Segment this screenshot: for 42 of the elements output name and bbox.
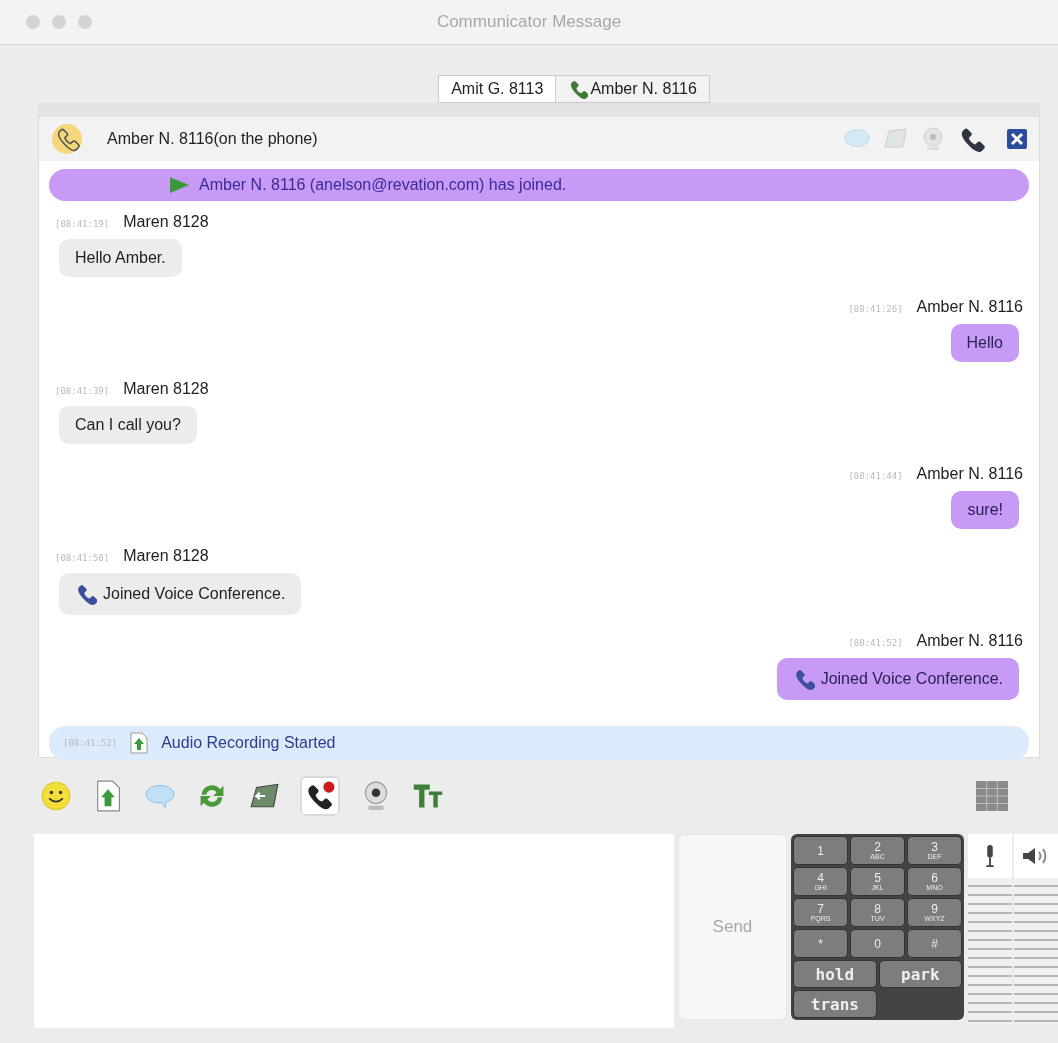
call-control-button[interactable]: trans [793, 990, 877, 1018]
dial-key[interactable]: * [793, 929, 849, 958]
grid-icon[interactable] [976, 780, 1008, 812]
arrow-icon [167, 176, 191, 194]
message-text: Hello Amber. [75, 249, 166, 267]
sender-name: Maren 8128 [123, 380, 209, 398]
phone-icon [75, 583, 97, 605]
sender-name: Amber N. 8116 [916, 298, 1023, 316]
upload-file-icon [129, 732, 150, 754]
sender-name: Maren 8128 [123, 547, 209, 565]
conversation-tab[interactable]: Amber N. 8116 [556, 75, 710, 103]
smiley-icon[interactable] [40, 780, 72, 812]
timestamp: [08:41:52] [848, 638, 903, 648]
window-title: Communicator Message [436, 12, 622, 32]
timestamp: [08:41:50] [55, 553, 110, 563]
dial-key[interactable]: 1 [793, 836, 849, 865]
call-control-button[interactable]: hold [793, 960, 877, 988]
message-text: Joined Voice Conference. [103, 585, 286, 603]
dial-key[interactable]: 0 [850, 929, 906, 958]
timestamp: [08:41:39] [55, 386, 110, 396]
send-button[interactable]: Send [677, 834, 788, 1020]
message-text: Joined Voice Conference. [820, 670, 1003, 688]
timestamp: [08:41:52] [63, 738, 118, 748]
phone-badge-icon [51, 123, 83, 155]
conversation-tab[interactable]: Amit G. 8113 [438, 75, 557, 103]
timestamp: [08:41:44] [848, 471, 903, 481]
sender-name: Amber N. 8116 [916, 632, 1023, 650]
sender-name: Maren 8128 [123, 213, 209, 231]
message-text: sure! [967, 501, 1003, 519]
message-text: Can I call you? [75, 416, 181, 434]
message-text: Hello [966, 334, 1003, 352]
close-icon[interactable] [1007, 129, 1027, 149]
timestamp: [08:41:26] [848, 304, 903, 314]
timestamp: [08:41:19] [55, 219, 110, 229]
join-text: Amber N. 8116 (anelson@revation.com) has joined. [199, 176, 567, 194]
sender-name: Amber N. 8116 [916, 465, 1023, 483]
contact-status: Amber N. 8116(on the phone) [107, 130, 318, 148]
phone-record-icon[interactable] [300, 776, 340, 816]
dial-key[interactable]: # [907, 929, 962, 958]
phone-icon [568, 79, 589, 99]
notice-text: Audio Recording Started [161, 734, 336, 752]
call-control-button[interactable]: park [878, 960, 962, 988]
